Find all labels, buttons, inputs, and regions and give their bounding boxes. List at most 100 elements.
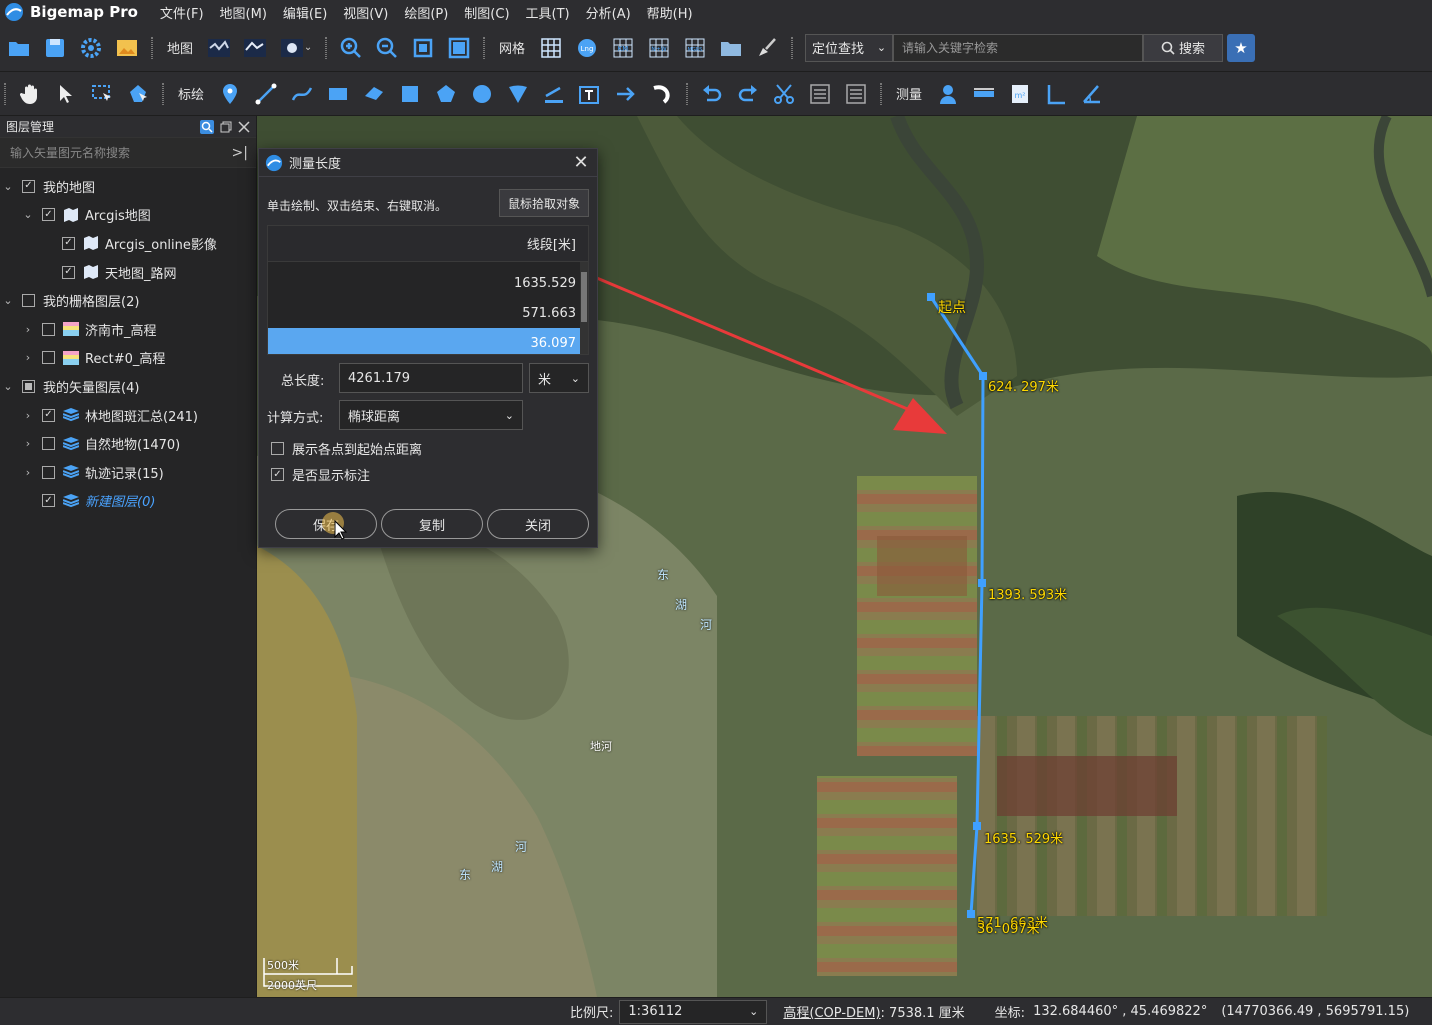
checkbox[interactable]: ✓ <box>42 408 55 422</box>
dialog-titlebar[interactable]: 测量长度 ✕ <box>259 149 597 177</box>
checkbox[interactable] <box>42 437 55 451</box>
measure-azimuth-icon[interactable] <box>1077 79 1107 109</box>
close-icon[interactable]: ✕ <box>571 152 591 173</box>
close-button[interactable]: 关闭 <box>487 509 589 539</box>
menu-cartography[interactable]: 制图(C) <box>456 3 517 22</box>
menu-view[interactable]: 视图(V) <box>335 3 396 22</box>
elevation-source-link[interactable]: 高程(COP-DEM) <box>783 1002 880 1021</box>
chevron-right-icon[interactable]: › <box>20 466 36 479</box>
checkbox[interactable] <box>22 294 35 308</box>
chevron-down-icon[interactable]: ⌄ <box>0 180 16 193</box>
locate-select[interactable]: 定位查找 ⌄ <box>805 33 894 62</box>
tree-item-arcgis[interactable]: ⌄ ✓ Arcgis地图 <box>0 201 256 230</box>
select-arrow-icon[interactable] <box>51 79 81 109</box>
tree-item-natural-features[interactable]: › 自然地物(1470) <box>0 429 256 458</box>
option-show-labels[interactable]: ✓ 是否显示标注 <box>271 465 370 484</box>
search-icon[interactable] <box>200 119 214 134</box>
chevron-right-icon[interactable]: › <box>20 437 36 450</box>
tree-item-vector-layers[interactable]: ⌄ 我的矢量图层(4) <box>0 372 256 401</box>
chevron-right-icon[interactable]: › <box>20 351 36 364</box>
redo-icon[interactable] <box>733 79 763 109</box>
tree-item-my-map[interactable]: ⌄ ✓ 我的地图 <box>0 172 256 201</box>
draw-square-icon[interactable] <box>395 79 425 109</box>
scrollbar-thumb[interactable] <box>581 272 587 322</box>
measure-angle-icon[interactable] <box>1041 79 1071 109</box>
draw-sector-icon[interactable] <box>503 79 533 109</box>
layer-search-input[interactable]: 输入矢量图元名称搜索 >| <box>0 138 256 168</box>
marker-pin-icon[interactable] <box>215 79 245 109</box>
pick-object-button[interactable]: 鼠标拾取对象 <box>499 189 589 217</box>
copy-button[interactable]: 复制 <box>381 509 483 539</box>
checkbox[interactable]: ✓ <box>22 179 35 193</box>
segment-table[interactable]: 线段[米] 1635.529 571.663 36.097 <box>267 225 589 355</box>
close-icon[interactable] <box>238 120 250 133</box>
mgrs-grid-icon[interactable]: MGRS <box>680 33 710 63</box>
chevron-right-icon[interactable]: › <box>20 409 36 422</box>
table-row-selected[interactable]: 36.097 <box>268 328 588 354</box>
draw-circle-icon[interactable] <box>467 79 497 109</box>
tree-item-forest-patches[interactable]: › ✓ 林地图斑汇总(241) <box>0 401 256 430</box>
measure-person-icon[interactable] <box>933 79 963 109</box>
search-input[interactable]: 请输入关键字检索 <box>893 33 1144 62</box>
calc-method-select[interactable]: 椭球距离 ⌄ <box>339 400 523 430</box>
checkbox[interactable]: ✓ <box>42 494 55 508</box>
polygon-select-icon[interactable] <box>123 79 153 109</box>
map-source-1-icon[interactable] <box>204 33 234 63</box>
tree-item-jinan-elevation[interactable]: › 济南市_高程 <box>0 315 256 344</box>
map-source-3-icon[interactable]: ⌄ <box>276 33 316 63</box>
full-extent-icon[interactable] <box>408 33 438 63</box>
draw-curve-icon[interactable] <box>287 79 317 109</box>
box-select-icon[interactable] <box>87 79 117 109</box>
checkbox-partial[interactable] <box>22 379 35 393</box>
unit-select[interactable]: 米 ⌄ <box>529 363 589 393</box>
favorite-star-icon[interactable]: ★ <box>1227 33 1256 62</box>
save-icon[interactable] <box>40 33 70 63</box>
map-source-2-icon[interactable] <box>240 33 270 63</box>
pan-hand-icon[interactable] <box>15 79 45 109</box>
arrow-draw-icon[interactable] <box>611 79 641 109</box>
fit-view-icon[interactable] <box>444 33 474 63</box>
checkbox[interactable]: ✓ <box>271 468 284 481</box>
image-icon[interactable] <box>112 33 142 63</box>
tree-item-new-layer[interactable]: ✓ 新建图层(0) <box>0 487 256 516</box>
draw-line-icon[interactable] <box>251 79 281 109</box>
scale-select[interactable]: 1:36112 ⌄ <box>619 999 768 1024</box>
grid-icon[interactable] <box>536 33 566 63</box>
draw-text-underline-icon[interactable] <box>539 79 569 109</box>
text-annotation-icon[interactable] <box>575 79 605 109</box>
clear-brush-icon[interactable] <box>752 33 782 63</box>
menu-draw[interactable]: 绘图(P) <box>396 3 456 22</box>
menu-map[interactable]: 地图(M) <box>212 3 275 22</box>
nw-grid-icon[interactable]: N+W <box>644 33 674 63</box>
table-row[interactable]: 571.663 <box>268 298 588 328</box>
km-grid-icon[interactable]: KM <box>608 33 638 63</box>
chevron-down-icon[interactable]: ⌄ <box>0 380 16 393</box>
tree-item-tianditu[interactable]: ✓ 天地图_路网 <box>0 258 256 287</box>
draw-freeform-icon[interactable] <box>359 79 389 109</box>
total-length-field[interactable]: 4261.179 <box>339 363 523 393</box>
settings-gear-icon[interactable] <box>76 33 106 63</box>
curved-arrow-icon[interactable] <box>647 79 677 109</box>
tree-item-track-records[interactable]: › 轨迹记录(15) <box>0 458 256 487</box>
chevron-down-icon[interactable]: ⌄ <box>0 294 16 307</box>
menu-edit[interactable]: 编辑(E) <box>275 3 335 22</box>
zoom-in-icon[interactable] <box>336 33 366 63</box>
checkbox[interactable] <box>42 351 55 365</box>
search-button[interactable]: 搜索 <box>1143 33 1224 62</box>
tree-item-arcgis-online[interactable]: ✓ Arcgis_online影像 <box>0 229 256 258</box>
draw-rectangle-icon[interactable] <box>323 79 353 109</box>
cut-scissors-icon[interactable] <box>769 79 799 109</box>
collapse-panel-icon[interactable]: >| <box>232 145 248 161</box>
checkbox[interactable]: ✓ <box>62 236 75 250</box>
menu-file[interactable]: 文件(F) <box>152 3 212 22</box>
list-1-icon[interactable] <box>805 79 835 109</box>
tree-item-rect-elevation[interactable]: › Rect#0_高程 <box>0 344 256 373</box>
chevron-right-icon[interactable]: › <box>20 323 36 336</box>
zoom-out-icon[interactable] <box>372 33 402 63</box>
chevron-down-icon[interactable]: ⌄ <box>20 208 36 221</box>
menu-analysis[interactable]: 分析(A) <box>578 3 639 22</box>
open-folder-icon[interactable] <box>4 33 34 63</box>
menu-help[interactable]: 帮助(H) <box>639 3 701 22</box>
menu-tools[interactable]: 工具(T) <box>518 3 578 22</box>
list-2-icon[interactable] <box>841 79 871 109</box>
